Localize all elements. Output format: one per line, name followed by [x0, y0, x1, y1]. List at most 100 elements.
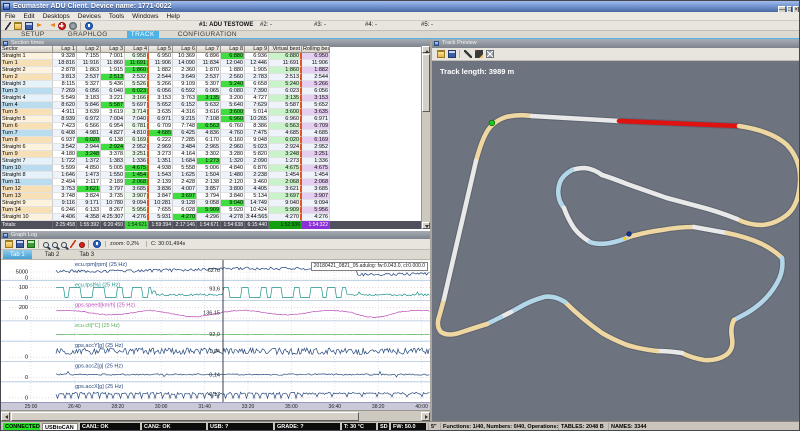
menu-item-file[interactable]: File: [5, 13, 15, 20]
table-row[interactable]: Straight 45:5493:1833:2213:1663:1533:763…: [1, 95, 421, 102]
device-slot-5[interactable]: #5: -: [421, 22, 433, 28]
open-icon[interactable]: [14, 22, 22, 30]
table-row[interactable]: Turn 54:9113:6393:6193:7143:6354:3163:61…: [1, 109, 421, 116]
save-log-icon[interactable]: [16, 240, 24, 248]
scroll-left-icon[interactable]: [1, 412, 10, 421]
column-header[interactable]: Lap 4: [125, 46, 149, 53]
table-row[interactable]: Straight 19:3287:1557:0016:9586:95010:36…: [1, 53, 421, 60]
help-icon[interactable]: [85, 22, 93, 30]
column-header[interactable]: Lap 3: [101, 46, 125, 53]
lap-time-cell: 5:956: [302, 207, 330, 214]
column-header[interactable]: Rolling best: [302, 46, 330, 53]
tab-setup[interactable]: SETUP: [17, 31, 49, 38]
table-row[interactable]: Turn 23:8132:5372:5132:5322:5443:6492:53…: [1, 74, 421, 81]
status-item-3: CAN2: OK: [142, 423, 206, 431]
table-row[interactable]: Straight 58:9396:9727:0047:0406:9719:215…: [1, 116, 421, 123]
menu-item-help[interactable]: Help: [166, 13, 179, 20]
device-slot-1[interactable]: #1: ADU TESTOWE: [199, 22, 253, 28]
tab-configuration[interactable]: CONFIGURATION: [174, 31, 241, 38]
record-icon[interactable]: [79, 242, 85, 248]
table-vscrollbar[interactable]: [421, 46, 430, 229]
table-row[interactable]: Straight 99:1169:17110:7809:09410:2819:1…: [1, 200, 421, 207]
table-row[interactable]: Turn 133:7483:8243:7353:9073:8473:6973:7…: [1, 193, 421, 200]
menu-item-windows[interactable]: Windows: [132, 13, 158, 20]
column-header[interactable]: Lap 6: [173, 46, 197, 53]
stop-icon[interactable]: [58, 22, 66, 30]
column-header[interactable]: Lap 9: [245, 46, 269, 53]
device-slot-2[interactable]: #2: -: [260, 22, 272, 28]
edit-track-icon[interactable]: [475, 50, 483, 58]
open-track-icon[interactable]: [437, 50, 445, 58]
menu-item-edit[interactable]: Edit: [23, 13, 34, 20]
graph-tab-1[interactable]: Tab 1: [3, 250, 32, 259]
scroll-thumb[interactable]: [422, 54, 430, 112]
table-row[interactable]: Turn 123:7533:6213:7973:6853:8364:0073:8…: [1, 186, 421, 193]
table-row[interactable]: Turn 118:81611:91611:86011:69111:90614:0…: [1, 60, 421, 67]
menu-item-desktops[interactable]: Desktops: [43, 13, 70, 20]
table-row[interactable]: Turn 146:2466:1338:2675:9567:6556:0285:9…: [1, 207, 421, 214]
download-icon[interactable]: [47, 22, 55, 30]
connect-icon[interactable]: [5, 22, 11, 30]
tab-track[interactable]: TRACK: [127, 31, 159, 38]
scroll-down-icon[interactable]: [422, 222, 430, 229]
table-row[interactable]: Turn 112:4942:1172:1892:0682:1392:4282:1…: [1, 179, 421, 186]
graph-area[interactable]: ecu.rpm[rpm] (25 Hz)500006270ecu.tps[%] …: [1, 260, 430, 402]
column-header[interactable]: Lap 1: [53, 46, 77, 53]
table-row[interactable]: Turn 76:4084:9814:8274:8104:6856:4254:83…: [1, 130, 421, 137]
device-slot-3[interactable]: #3: -: [314, 22, 326, 28]
status-item-6: T: 30 °C: [342, 423, 376, 431]
zoom-out-icon[interactable]: [43, 242, 49, 248]
column-header[interactable]: Lap 5: [149, 46, 173, 53]
save-icon[interactable]: [25, 22, 33, 30]
table-row[interactable]: Straight 63:5422:9442:9242:9522:9693:484…: [1, 144, 421, 151]
hscroll-thumb[interactable]: [11, 412, 359, 421]
clear-track-icon[interactable]: [486, 50, 494, 58]
lap-time-cell: 2:532: [125, 74, 149, 81]
scroll-up-icon[interactable]: [422, 46, 430, 53]
graph-tab-3[interactable]: Tab 3: [72, 250, 101, 259]
menu-item-devices[interactable]: Devices: [78, 13, 101, 20]
table-row[interactable]: Straight 71:7221:3721:3831:3361:3511:684…: [1, 158, 421, 165]
open-log-icon[interactable]: [5, 240, 13, 248]
total-cell: 1:54:671: [197, 221, 221, 229]
table-row[interactable]: Straight 38:1155:3275:4365:5265:2669:109…: [1, 81, 421, 88]
wrench-icon[interactable]: [464, 50, 472, 58]
graph-help-icon[interactable]: [93, 240, 101, 248]
column-header[interactable]: Virtual best: [269, 46, 302, 53]
table-row[interactable]: Turn 86:9376:0206:1386:1696:2227:2856:17…: [1, 137, 421, 144]
graph-tab-2[interactable]: Tab 2: [38, 250, 67, 259]
upload-icon[interactable]: [36, 22, 44, 30]
trigger-icon[interactable]: [70, 240, 76, 248]
title-bar[interactable]: Ecumaster ADU Client. Device name: 1771-…: [1, 1, 800, 12]
export-log-icon[interactable]: [27, 240, 35, 248]
totals-row: Totals:2:25:4581:55:3926:20:4501:54:6211…: [1, 221, 421, 229]
lap-time-cell: 1:320: [221, 158, 245, 165]
table-row[interactable]: Turn 105:5994:8505:0054:6754:9385:5585:0…: [1, 165, 421, 172]
lap-time-cell: 6:170: [197, 137, 221, 144]
table-row[interactable]: Straight 81:6461:4731:5501:4541:5431:625…: [1, 172, 421, 179]
tab-graphlog[interactable]: GRAPHLOG: [64, 31, 112, 38]
table-row[interactable]: Straight 22:8781:8631:9151:8601:8822:360…: [1, 67, 421, 74]
car-position-marker: [627, 232, 632, 237]
column-header[interactable]: Lap 2: [77, 46, 101, 53]
table-row[interactable]: Turn 67:4236:5666:9546:7816:7097:7486:56…: [1, 123, 421, 130]
column-header[interactable]: Lap 7: [197, 46, 221, 53]
zoom-in-icon[interactable]: [52, 242, 58, 248]
lap-time-cell: 1:722: [53, 158, 77, 165]
column-header[interactable]: Lap 8: [221, 46, 245, 53]
scroll-right-icon[interactable]: [421, 412, 430, 421]
column-header[interactable]: Sector: [1, 46, 53, 53]
total-cell: 1:55:392: [77, 221, 101, 229]
track-canvas[interactable]: Track length: 3989 m: [432, 61, 800, 421]
lap-time-cell: 5:956: [125, 207, 149, 214]
table-row[interactable]: Turn 94:1803:2483:3783:2513:2734:1643:30…: [1, 151, 421, 158]
device-slot-4[interactable]: #4: -: [365, 22, 377, 28]
save-track-icon[interactable]: [448, 50, 456, 58]
graph-hscrollbar[interactable]: [1, 410, 430, 421]
zoom-select-icon[interactable]: [61, 242, 67, 248]
table-row[interactable]: Turn 37:2696:0566:0406:0236:0566:5926:06…: [1, 88, 421, 95]
table-row[interactable]: Straight 104:4064:3584:25:3074:2765:9314…: [1, 214, 421, 221]
settings-icon[interactable]: [69, 22, 77, 30]
menu-item-tools[interactable]: Tools: [109, 13, 124, 20]
table-row[interactable]: Turn 48:6205:8465:5875:6975:6526:1525:63…: [1, 102, 421, 109]
